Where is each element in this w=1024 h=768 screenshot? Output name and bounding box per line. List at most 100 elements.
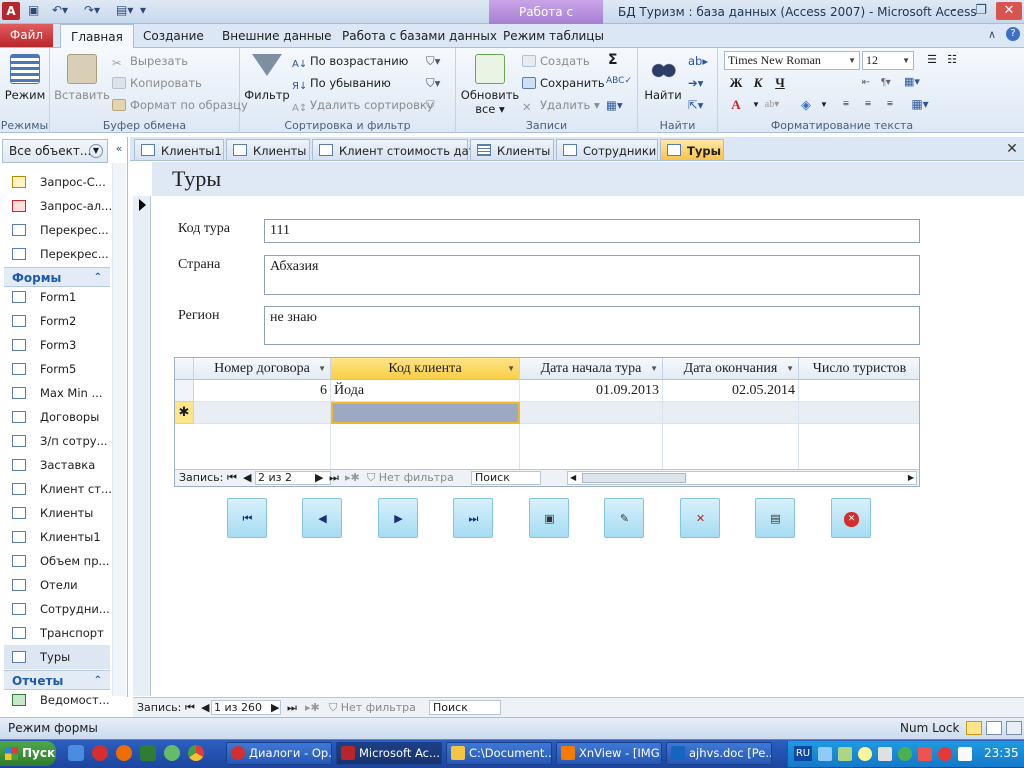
first-record-icon[interactable]: ⏮ <box>227 470 237 486</box>
help-icon[interactable]: ? <box>1006 27 1020 41</box>
opera-icon[interactable] <box>92 745 108 761</box>
bold-button[interactable]: Ж <box>726 73 746 92</box>
cell-end-date[interactable]: 02.05.2014 <box>663 380 799 402</box>
advanced-filter-icon[interactable]: ⛉▾ <box>426 76 440 91</box>
nav-item-form[interactable]: Form5 <box>12 357 76 381</box>
nav-item-form[interactable]: Заставка <box>12 453 95 477</box>
delete-record-button[interactable]: ✕ <box>680 498 720 538</box>
nav-item-form[interactable]: Сотрудни... <box>12 597 110 621</box>
column-header-end-date[interactable]: Дата окончания ▼ <box>663 358 799 380</box>
alt-row-color-icon[interactable]: ▦▾ <box>910 95 930 114</box>
network-icon[interactable] <box>818 747 832 761</box>
scroll-left-icon[interactable]: ◀ <box>570 472 576 484</box>
no-filter-button[interactable]: ⛉ Нет фильтра <box>329 698 416 717</box>
start-button[interactable]: Пуск <box>0 741 56 766</box>
no-filter-button[interactable]: ⛉ Нет фильтра <box>367 470 454 486</box>
record-selector[interactable] <box>133 196 151 696</box>
undo-icon[interactable]: ↶▾ <box>52 3 68 17</box>
form-search-input[interactable]: Поиск <box>429 700 501 715</box>
tray-icon[interactable] <box>898 747 912 761</box>
previous-record-button[interactable]: ◀ <box>302 498 342 538</box>
close-button[interactable]: ✕ <box>996 2 1022 20</box>
gridlines-icon[interactable]: ▦▾ <box>902 73 922 92</box>
access-logo-icon[interactable]: A <box>2 2 20 20</box>
filter-button[interactable]: Фильтр <box>244 54 290 102</box>
align-right-icon[interactable]: ≡ <box>880 95 900 114</box>
cell-start-date[interactable]: 01.09.2013 <box>520 380 663 402</box>
nav-item-form[interactable]: Транспорт <box>12 621 104 645</box>
subform-search-input[interactable]: Поиск <box>471 471 541 485</box>
cell-tourists[interactable] <box>799 380 919 402</box>
firefox-icon[interactable] <box>116 745 132 761</box>
save-icon[interactable]: ▣ <box>28 3 39 17</box>
previous-record-icon[interactable]: ◀ <box>243 470 251 486</box>
doc-tab-tours[interactable]: Туры <box>660 139 724 161</box>
doc-tab-employees[interactable]: Сотрудники <box>556 139 658 161</box>
show-desktop-icon[interactable] <box>68 745 84 761</box>
more-icon[interactable]: ▦▾ <box>606 98 623 112</box>
format-painter-button[interactable]: Формат по образцу <box>112 98 248 112</box>
nav-item-form[interactable]: Клиенты1 <box>12 525 101 549</box>
taskbar-item-explorer[interactable]: C:\Document... <box>446 742 552 765</box>
tray-icon[interactable] <box>858 747 872 761</box>
clock[interactable]: 23:35 <box>984 746 1019 760</box>
tray-icon[interactable] <box>918 747 932 761</box>
nav-item-form-selected[interactable]: Туры <box>4 645 110 669</box>
nav-section-forms[interactable]: Формы ⌃ <box>4 267 110 287</box>
new-row-selector[interactable]: ✱ <box>175 402 194 424</box>
cut-button[interactable]: ✂ Вырезать <box>112 54 188 70</box>
tour-code-field[interactable]: 111 <box>264 219 920 243</box>
nav-item-form[interactable]: Form1 <box>12 285 76 309</box>
last-record-button[interactable]: ⏭ <box>453 498 493 538</box>
clear-sort-button[interactable]: A↕ Удалить сортировку <box>292 98 434 115</box>
customize-qat-icon[interactable]: ▾ <box>140 3 146 17</box>
new-record-icon[interactable]: ▸✱ <box>345 470 360 486</box>
indent-icon[interactable]: ⇤ <box>856 73 876 92</box>
region-field[interactable]: не знаю <box>264 306 920 345</box>
cell-client-code[interactable]: Йода <box>331 380 520 402</box>
align-center-icon[interactable]: ≡ <box>858 95 878 114</box>
taskbar-item-word[interactable]: ajhvs.doc [Pe... <box>666 742 772 765</box>
view-button[interactable]: Режим <box>4 54 46 102</box>
nav-item-form[interactable]: Объем пр... <box>12 549 109 573</box>
next-record-button[interactable]: ▶ <box>378 498 418 538</box>
numbering-icon[interactable]: ☷ <box>942 51 962 70</box>
app-icon[interactable] <box>140 745 156 761</box>
nav-item-form[interactable]: Клиенты <box>12 501 93 525</box>
toggle-filter-icon[interactable]: ⛉ <box>426 98 435 113</box>
tray-icon[interactable] <box>938 747 952 761</box>
new-cell[interactable] <box>194 402 331 424</box>
first-record-button[interactable]: ⏮ <box>227 498 267 538</box>
previous-record-icon[interactable]: ◀ <box>201 698 209 717</box>
nav-item-form[interactable]: З/п сотру... <box>12 429 108 453</box>
new-cell[interactable] <box>799 402 919 424</box>
country-field[interactable]: Абхазия <box>264 255 920 295</box>
column-header-contract-no[interactable]: Номер договора ▼ <box>194 358 331 380</box>
add-record-button[interactable]: ▣ <box>529 498 569 538</box>
close-document-icon[interactable]: ✕ <box>1004 141 1020 157</box>
nav-item-query[interactable]: Перекрес... <box>12 218 109 242</box>
minimize-button[interactable]: – <box>940 2 966 20</box>
save-record-button[interactable]: Сохранить <box>522 76 605 90</box>
edit-record-button[interactable]: ✎ <box>604 498 644 538</box>
find-button[interactable]: Найти <box>642 54 684 102</box>
taskbar-item-xnview[interactable]: XnView - [IMG... <box>556 742 662 765</box>
row-selector[interactable] <box>175 380 194 402</box>
design-view-icon[interactable] <box>1006 721 1022 735</box>
nav-item-form[interactable]: Клиент ст... <box>12 477 112 501</box>
nav-pane-scrollbar[interactable] <box>112 163 126 696</box>
column-header-client-code[interactable]: Код клиента ▼ <box>331 358 520 380</box>
font-color-icon[interactable]: A <box>726 95 746 114</box>
spelling-icon[interactable]: ABC✓ <box>606 76 632 86</box>
open-form-button[interactable]: ▤ <box>755 498 795 538</box>
new-cell[interactable] <box>520 402 663 424</box>
sort-ascending-button[interactable]: A↓ По возрастанию <box>292 54 408 71</box>
underline-button[interactable]: Ч <box>770 73 790 92</box>
new-record-icon[interactable]: ▸✱ <box>305 698 320 717</box>
tab-home[interactable]: Главная <box>60 24 134 48</box>
tray-icon[interactable] <box>838 747 852 761</box>
language-indicator[interactable]: RU <box>794 746 812 761</box>
volume-icon[interactable] <box>878 747 892 761</box>
tab-external-data[interactable]: Внешние данные <box>222 24 331 48</box>
maximize-button[interactable]: ❐ <box>968 2 994 20</box>
